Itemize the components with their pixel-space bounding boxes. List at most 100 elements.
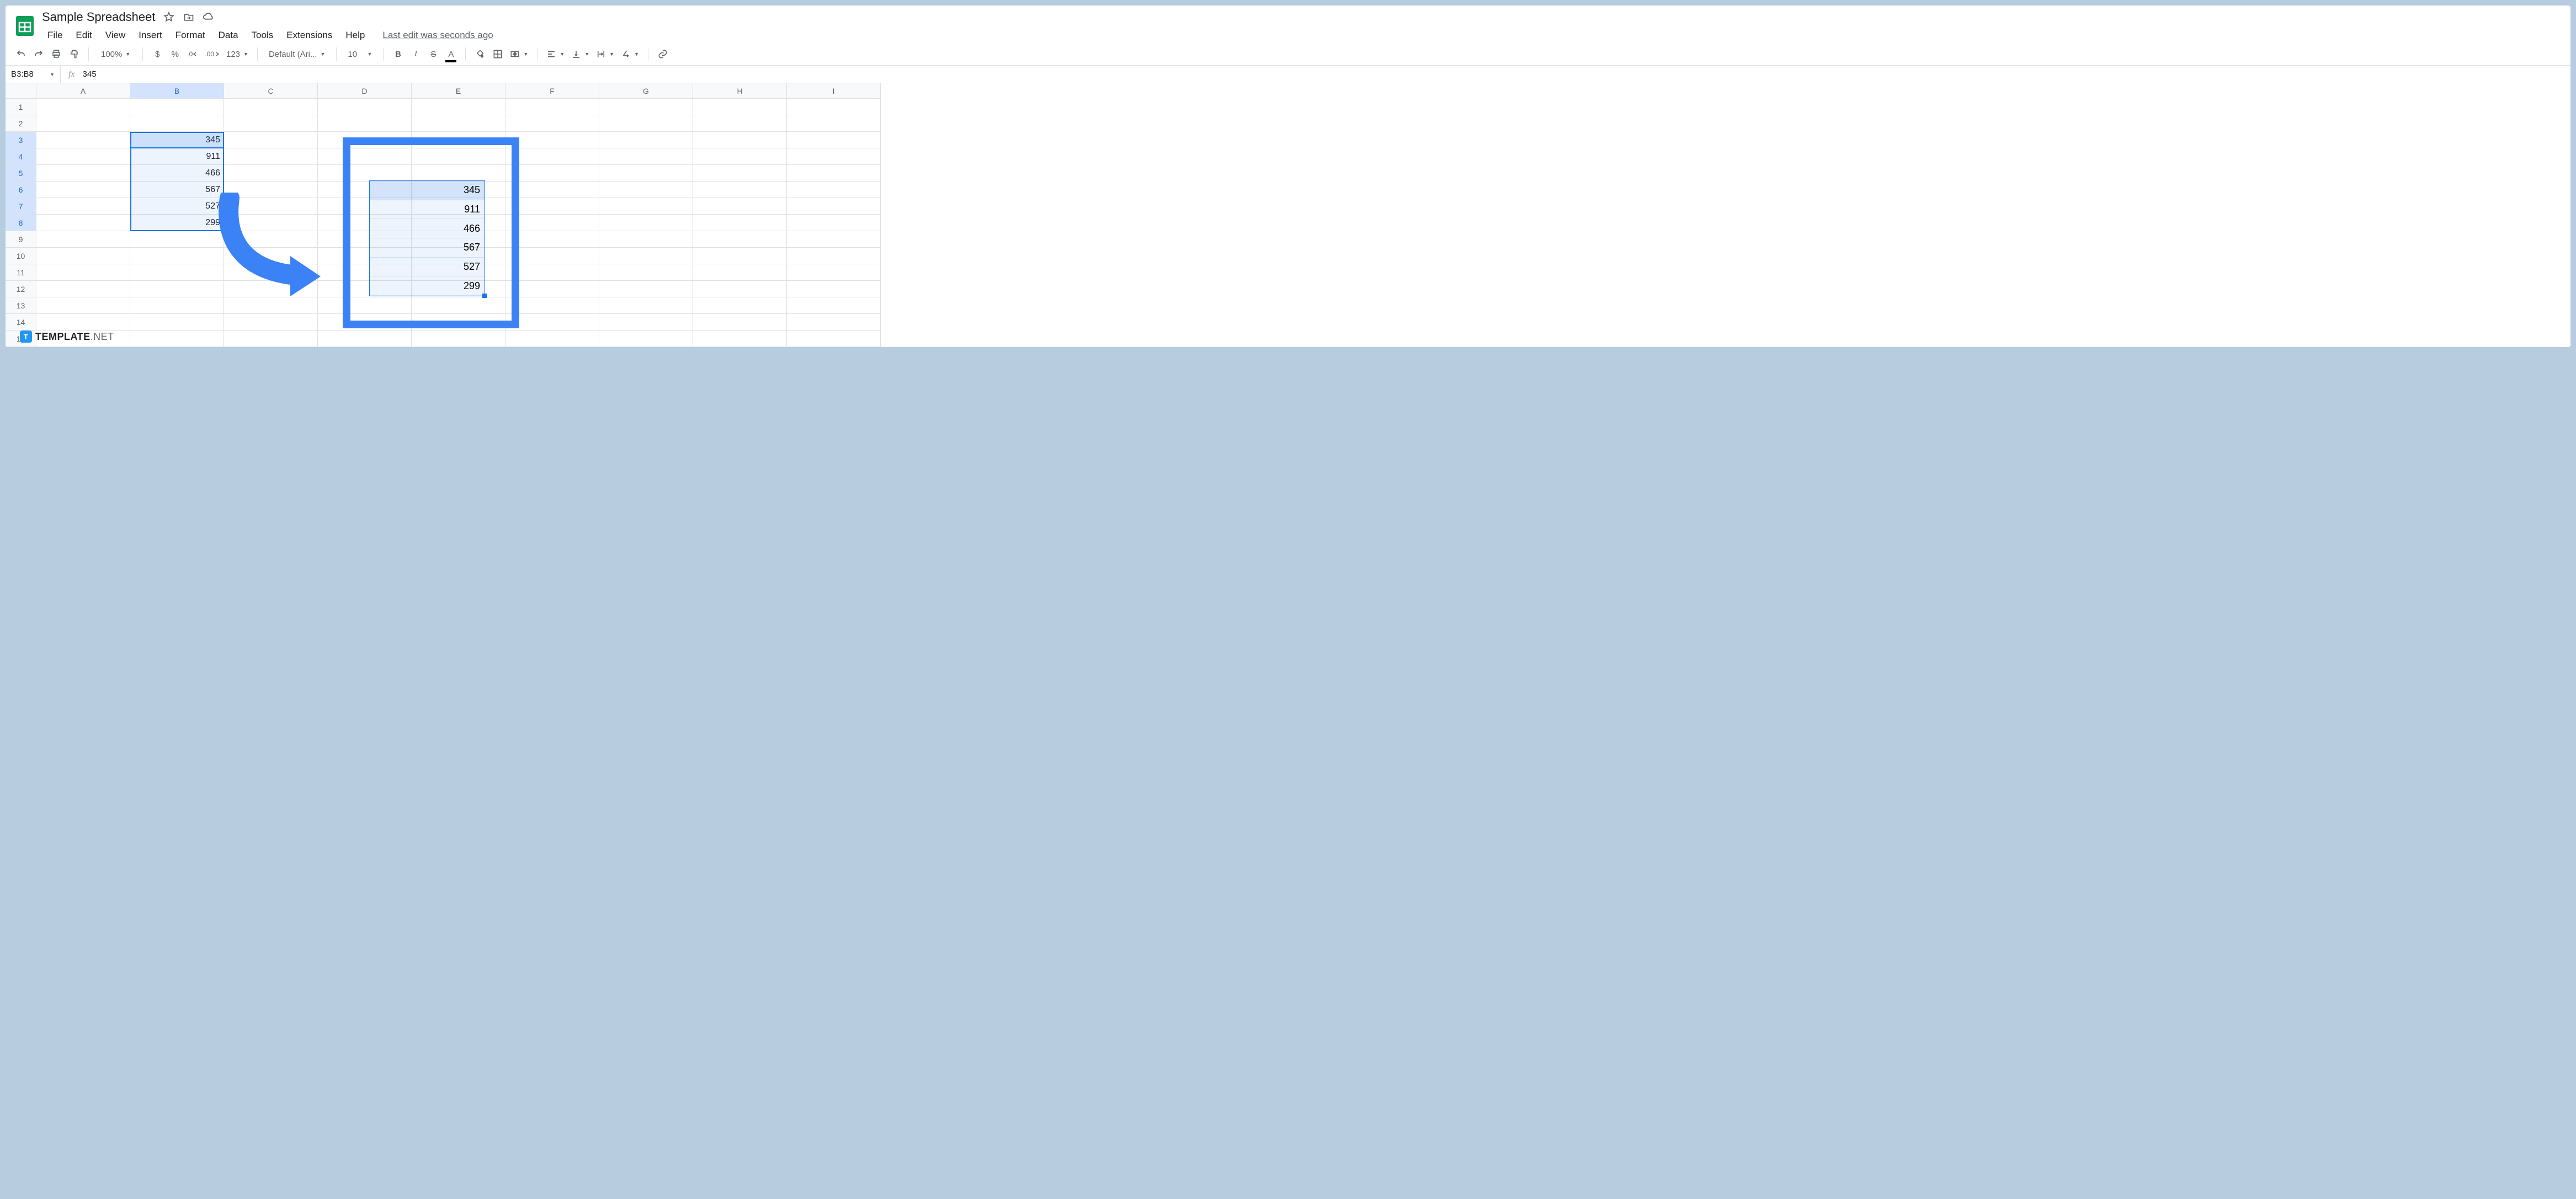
bold-button[interactable]: B: [390, 46, 406, 62]
cell-G10[interactable]: [599, 248, 693, 264]
last-edit-link[interactable]: Last edit was seconds ago: [382, 30, 493, 41]
vertical-align-dropdown[interactable]: ▼: [569, 46, 592, 62]
document-title[interactable]: Sample Spreadsheet: [42, 10, 155, 24]
cell-A9[interactable]: [36, 231, 130, 248]
horizontal-align-dropdown[interactable]: ▼: [544, 46, 567, 62]
menu-format[interactable]: Format: [170, 28, 211, 43]
menu-tools[interactable]: Tools: [246, 28, 279, 43]
cell-B1[interactable]: [130, 99, 224, 115]
cell-C11[interactable]: [224, 264, 318, 281]
cell-A8[interactable]: [36, 215, 130, 231]
cell-I14[interactable]: [787, 314, 881, 331]
cell-E7[interactable]: [412, 198, 505, 215]
cell-E13[interactable]: [412, 297, 505, 314]
cell-D12[interactable]: [318, 281, 412, 297]
row-header-4[interactable]: 4: [6, 148, 36, 165]
menu-help[interactable]: Help: [340, 28, 370, 43]
cell-C14[interactable]: [224, 314, 318, 331]
cell-D4[interactable]: [318, 148, 412, 165]
cells-area[interactable]: 345911466567527299 345911466567527299: [36, 99, 2570, 347]
cell-E14[interactable]: [412, 314, 505, 331]
menu-insert[interactable]: Insert: [133, 28, 168, 43]
cell-G7[interactable]: [599, 198, 693, 215]
cell-A14[interactable]: [36, 314, 130, 331]
cell-B6[interactable]: 567: [130, 182, 224, 198]
decrease-decimal-button[interactable]: .0: [185, 46, 200, 62]
menu-edit[interactable]: Edit: [70, 28, 97, 43]
column-header-C[interactable]: C: [224, 83, 318, 99]
cell-C6[interactable]: [224, 182, 318, 198]
row-header-6[interactable]: 6: [6, 182, 36, 198]
cell-A1[interactable]: [36, 99, 130, 115]
cell-C4[interactable]: [224, 148, 318, 165]
cell-C2[interactable]: [224, 115, 318, 132]
cell-B14[interactable]: [130, 314, 224, 331]
cell-A12[interactable]: [36, 281, 130, 297]
cell-D15[interactable]: [318, 331, 412, 347]
cell-F14[interactable]: [505, 314, 599, 331]
cell-E12[interactable]: [412, 281, 505, 297]
cell-B2[interactable]: [130, 115, 224, 132]
cell-C1[interactable]: [224, 99, 318, 115]
select-all-box[interactable]: [6, 83, 36, 99]
row-header-1[interactable]: 1: [6, 99, 36, 115]
cell-I8[interactable]: [787, 215, 881, 231]
cell-H2[interactable]: [693, 115, 787, 132]
cell-H1[interactable]: [693, 99, 787, 115]
cell-A2[interactable]: [36, 115, 130, 132]
zoom-dropdown[interactable]: 100%▼: [95, 46, 136, 62]
cell-I6[interactable]: [787, 182, 881, 198]
cell-I11[interactable]: [787, 264, 881, 281]
column-header-G[interactable]: G: [599, 83, 693, 99]
cell-A10[interactable]: [36, 248, 130, 264]
cell-G15[interactable]: [599, 331, 693, 347]
cell-F8[interactable]: [505, 215, 599, 231]
number-format-dropdown[interactable]: 123▼: [224, 46, 251, 62]
cell-F11[interactable]: [505, 264, 599, 281]
name-box[interactable]: B3:B8▼: [6, 66, 61, 83]
cell-C3[interactable]: [224, 132, 318, 148]
cell-H9[interactable]: [693, 231, 787, 248]
cell-G3[interactable]: [599, 132, 693, 148]
fill-color-button[interactable]: [472, 46, 488, 62]
cell-G4[interactable]: [599, 148, 693, 165]
italic-button[interactable]: I: [408, 46, 423, 62]
menu-file[interactable]: File: [42, 28, 68, 43]
cell-H14[interactable]: [693, 314, 787, 331]
cell-F1[interactable]: [505, 99, 599, 115]
increase-decimal-button[interactable]: .00: [203, 46, 222, 62]
cell-G2[interactable]: [599, 115, 693, 132]
column-header-F[interactable]: F: [505, 83, 599, 99]
cell-F4[interactable]: [505, 148, 599, 165]
undo-button[interactable]: [13, 46, 29, 62]
cell-H15[interactable]: [693, 331, 787, 347]
cell-C12[interactable]: [224, 281, 318, 297]
row-header-12[interactable]: 12: [6, 281, 36, 297]
column-header-D[interactable]: D: [318, 83, 412, 99]
cell-A13[interactable]: [36, 297, 130, 314]
cell-D13[interactable]: [318, 297, 412, 314]
cloud-status-icon[interactable]: [203, 11, 215, 23]
row-header-3[interactable]: 3: [6, 132, 36, 148]
cell-C15[interactable]: [224, 331, 318, 347]
star-icon[interactable]: [163, 11, 175, 23]
cell-B13[interactable]: [130, 297, 224, 314]
row-header-8[interactable]: 8: [6, 215, 36, 231]
cell-C10[interactable]: [224, 248, 318, 264]
cell-G6[interactable]: [599, 182, 693, 198]
row-header-11[interactable]: 11: [6, 264, 36, 281]
cell-A6[interactable]: [36, 182, 130, 198]
column-header-I[interactable]: I: [787, 83, 881, 99]
menu-view[interactable]: View: [100, 28, 131, 43]
cell-E8[interactable]: [412, 215, 505, 231]
cell-I5[interactable]: [787, 165, 881, 182]
cell-D8[interactable]: [318, 215, 412, 231]
cell-C8[interactable]: [224, 215, 318, 231]
cell-F5[interactable]: [505, 165, 599, 182]
cell-I10[interactable]: [787, 248, 881, 264]
cell-G1[interactable]: [599, 99, 693, 115]
cell-F10[interactable]: [505, 248, 599, 264]
cell-G11[interactable]: [599, 264, 693, 281]
column-header-A[interactable]: A: [36, 83, 130, 99]
cell-I15[interactable]: [787, 331, 881, 347]
